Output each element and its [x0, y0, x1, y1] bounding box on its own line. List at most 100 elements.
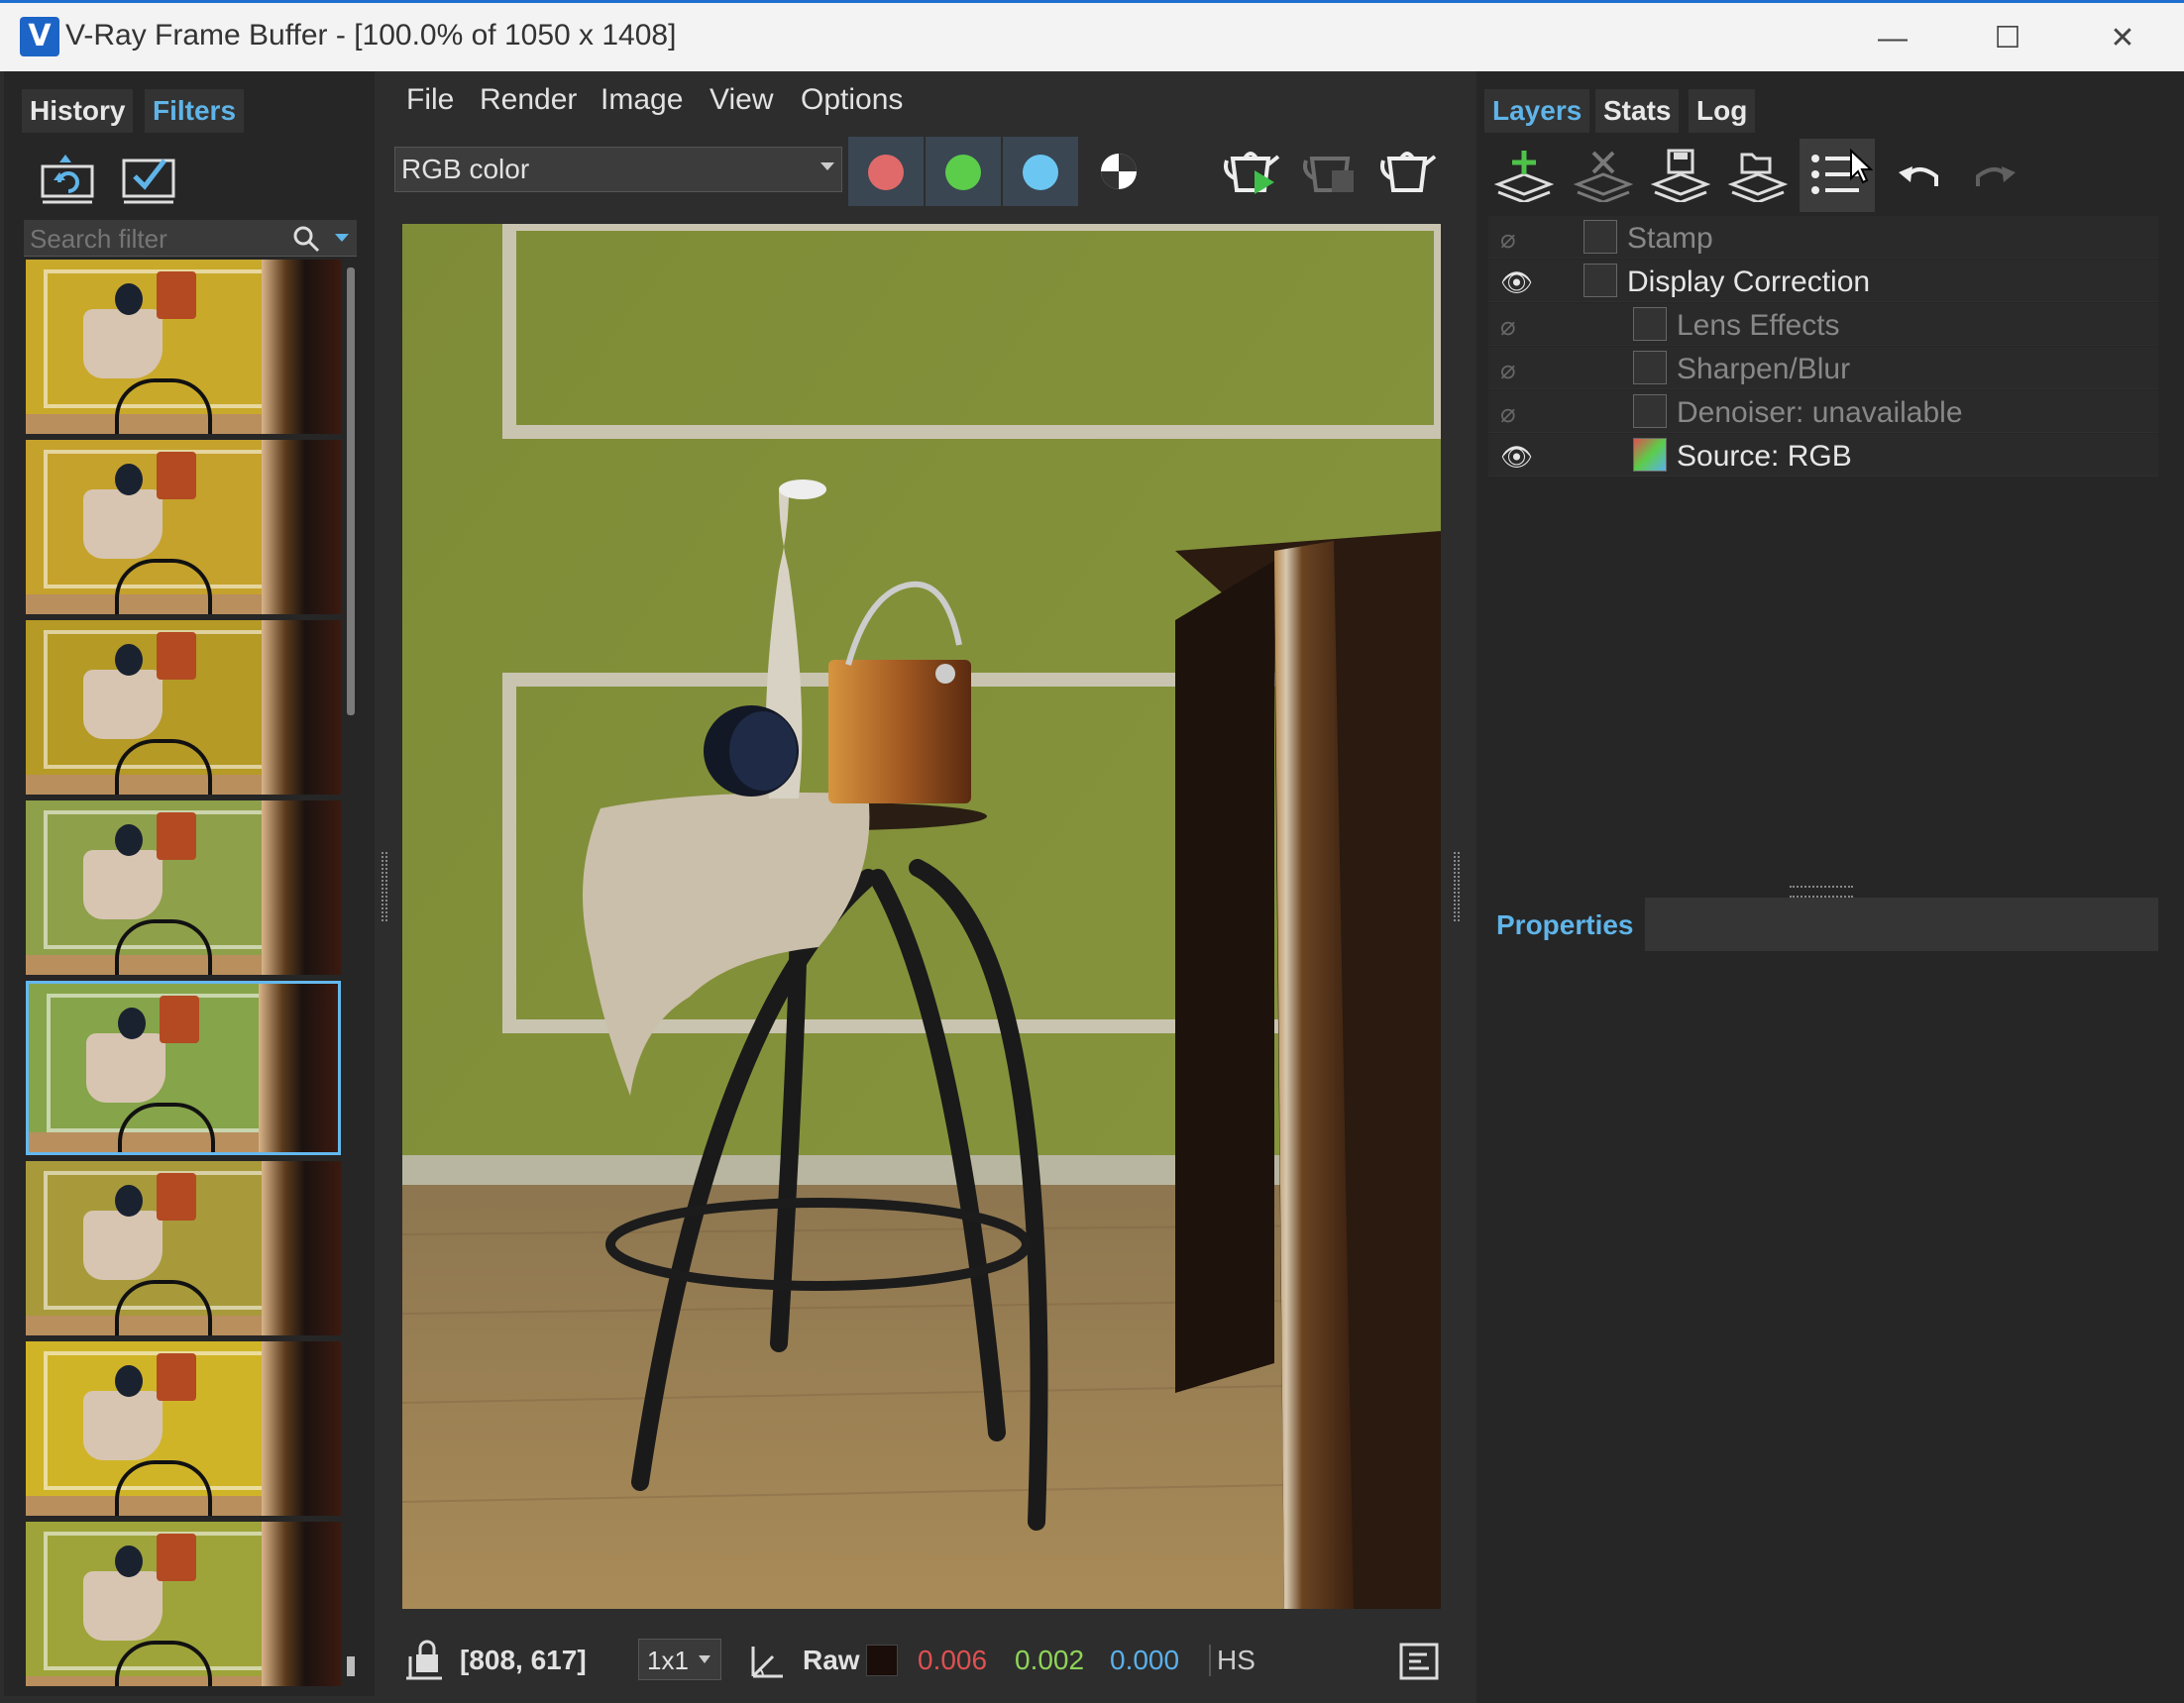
tab-filters[interactable]: Filters: [145, 89, 245, 133]
eye-hidden-icon[interactable]: ⌀: [1500, 224, 1516, 255]
green-channel-toggle[interactable]: [926, 137, 1001, 206]
channel-select[interactable]: RGB color: [394, 147, 842, 192]
eye-hidden-icon[interactable]: ⌀: [1500, 355, 1516, 385]
curve-icon: [1583, 264, 1617, 297]
tab-history[interactable]: History: [22, 89, 134, 133]
eye-icon[interactable]: 👁: [1500, 267, 1533, 298]
load-layers-icon: [1727, 153, 1789, 204]
render-button[interactable]: [1221, 141, 1284, 205]
filters-panel: History Filters: [4, 71, 375, 1696]
search-options-dropdown[interactable]: [335, 234, 349, 242]
stop-render-button[interactable]: [1300, 141, 1364, 205]
properties-content: [1488, 953, 2158, 1686]
filter-thumbnail[interactable]: [26, 800, 341, 975]
maximize-button[interactable]: ☐: [1974, 13, 2041, 64]
vray-logo-icon: V: [20, 17, 59, 56]
layer-row[interactable]: ⌀ Denoiser: unavailable: [1488, 390, 2158, 433]
green-value: 0.002: [1015, 1645, 1085, 1675]
chevron-down-icon: [699, 1655, 710, 1663]
rendered-image: [402, 224, 1441, 1609]
search-icon[interactable]: [291, 224, 321, 254]
blue-value: 0.000: [1110, 1645, 1180, 1675]
layer-row[interactable]: ⌀ Sharpen/Blur: [1488, 347, 2158, 389]
menu-options[interactable]: Options: [801, 83, 903, 117]
green-dot-icon: [945, 155, 981, 190]
add-layer-button[interactable]: [1493, 147, 1555, 207]
add-layer-icon: [1493, 151, 1555, 204]
layer-row[interactable]: 👁 Display Correction: [1488, 260, 2158, 302]
layer-name: Denoiser: unavailable: [1677, 396, 1963, 429]
filter-thumbnails-list: [26, 260, 345, 1686]
teapot-icon: [1380, 152, 1437, 192]
search-filter-input[interactable]: [28, 220, 289, 258]
filter-list-scrollbar-end[interactable]: [347, 1656, 355, 1676]
layer-name: Source: RGB: [1677, 440, 1852, 473]
status-bar: [808, 617] 1x1 Raw 0.006 0.002 0.000 HS: [394, 1621, 1447, 1702]
filter-thumbnail[interactable]: [26, 981, 341, 1155]
source-rgb-icon: [1633, 438, 1667, 472]
zoom-value: 1x1: [647, 1646, 689, 1675]
redo-button[interactable]: [1970, 157, 2018, 201]
close-button[interactable]: ✕: [2089, 13, 2156, 64]
filter-list-scrollbar[interactable]: [347, 267, 355, 715]
tab-stats[interactable]: Stats: [1595, 89, 1680, 133]
delete-layer-button[interactable]: [1573, 147, 1634, 207]
filter-thumbnail[interactable]: [26, 1161, 341, 1335]
color-space-icon[interactable]: [749, 1643, 787, 1680]
render-viewport[interactable]: [402, 224, 1441, 1609]
menu-bar: File Render Image View Options: [388, 71, 1449, 133]
redo-icon: [1976, 166, 2016, 186]
alpha-icon: [1101, 154, 1137, 189]
left-splitter-handle[interactable]: [382, 852, 387, 921]
layer-name: Stamp: [1627, 222, 1713, 255]
lens-effects-icon: [1633, 307, 1667, 341]
save-layers-button[interactable]: [1650, 147, 1711, 207]
red-channel-toggle[interactable]: [848, 137, 924, 206]
red-dot-icon: [868, 155, 904, 190]
delete-layer-icon: [1573, 151, 1634, 204]
tab-layers[interactable]: Layers: [1484, 89, 1590, 133]
properties-splitter-handle[interactable]: [1790, 886, 1853, 898]
hs-toggle[interactable]: HS: [1209, 1645, 1256, 1676]
save-layers-icon: [1650, 149, 1711, 204]
info-panel-icon[interactable]: [1399, 1643, 1439, 1680]
filter-thumbnail[interactable]: [26, 1522, 341, 1686]
color-mode-label: Raw: [803, 1645, 860, 1675]
search-box: [24, 220, 357, 258]
properties-bar: [1645, 898, 2158, 951]
zoom-select[interactable]: 1x1: [638, 1639, 721, 1680]
filter-thumbnail[interactable]: [26, 1341, 341, 1516]
menu-image[interactable]: Image: [601, 83, 683, 117]
undo-icon: [1899, 166, 1938, 186]
interactive-render-button[interactable]: [1377, 141, 1441, 205]
undo-button[interactable]: [1897, 157, 1944, 201]
layer-row[interactable]: 👁 Source: RGB: [1488, 434, 2158, 477]
eye-hidden-icon[interactable]: ⌀: [1500, 311, 1516, 342]
pixel-color-swatch: [866, 1645, 898, 1676]
red-value: 0.006: [918, 1645, 988, 1675]
load-layers-button[interactable]: [1727, 147, 1789, 207]
layer-row[interactable]: ⌀ Lens Effects: [1488, 303, 2158, 346]
blue-channel-toggle[interactable]: [1003, 137, 1078, 206]
tab-log[interactable]: Log: [1689, 89, 1756, 133]
filter-thumbnail[interactable]: [26, 260, 341, 434]
layer-row[interactable]: ⌀ Stamp: [1488, 216, 2158, 259]
pixel-coordinates: [808, 617]: [460, 1645, 587, 1675]
menu-render[interactable]: Render: [480, 83, 577, 117]
layer-name: Sharpen/Blur: [1677, 353, 1851, 385]
eye-hidden-icon[interactable]: ⌀: [1500, 398, 1516, 429]
minimize-button[interactable]: —: [1859, 13, 1926, 64]
menu-file[interactable]: File: [406, 83, 454, 117]
filter-thumbnail[interactable]: [26, 440, 341, 614]
right-splitter-handle[interactable]: [1454, 852, 1460, 921]
layer-presets-button[interactable]: [1800, 139, 1875, 212]
save-filter-button[interactable]: [121, 153, 178, 209]
properties-title: Properties: [1496, 909, 1634, 940]
menu-view[interactable]: View: [710, 83, 773, 117]
stamp-icon: [1583, 220, 1617, 254]
eye-icon[interactable]: 👁: [1500, 442, 1533, 473]
alpha-channel-toggle[interactable]: [1096, 149, 1142, 199]
filter-thumbnail[interactable]: [26, 620, 341, 795]
load-filter-button[interactable]: [40, 153, 97, 209]
lock-coords-icon[interactable]: [404, 1639, 444, 1680]
